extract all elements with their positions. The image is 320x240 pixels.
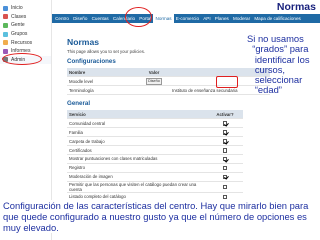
service-label: Familia [67, 127, 207, 138]
sidebar-item-label: Gente [11, 22, 25, 29]
sidebar-item-label: Grupos [11, 31, 28, 38]
service-label: Permitir que las personas que visiten el… [67, 181, 207, 193]
theme-select-button[interactable]: Diseño [146, 77, 162, 85]
sidebar-item-inicio[interactable]: Inicio [0, 4, 51, 13]
tab-moderar[interactable]: Moderar [231, 14, 252, 23]
row-value [138, 85, 170, 96]
sidebar-item-label: Clases [11, 13, 27, 20]
classes-icon [3, 14, 8, 20]
column-header: Nombre [67, 68, 138, 78]
section-title-configuraciones: Configuraciones [67, 58, 116, 65]
service-checkbox[interactable] [222, 147, 228, 153]
table-row: Mostrar puntuaciones con clases matricul… [67, 154, 243, 164]
groups-icon [3, 31, 8, 37]
admin-highlight-circle [2, 53, 42, 65]
table-row: Certificados [67, 145, 243, 155]
service-label: Mostrar puntuaciones con clases matricul… [67, 154, 207, 164]
table-header-row: Servicio Activar? [67, 110, 243, 120]
value-highlight-box [216, 76, 238, 88]
table-row: Terminología Instituto de enseñanza secu… [67, 85, 270, 96]
table-row: Carpeta de trabajo [67, 136, 243, 147]
table-row: Registro [67, 163, 243, 173]
tab-e-comercio[interactable]: E-comercio [174, 14, 201, 23]
column-header: Valor [138, 68, 170, 78]
service-checkbox[interactable] [222, 156, 228, 162]
normas-tab-highlight-circle [125, 7, 152, 27]
tab-normas[interactable]: Normas [153, 14, 174, 23]
sidebar-item-label: Inicio [11, 5, 23, 12]
service-checkbox[interactable] [222, 165, 228, 171]
resources-icon [3, 40, 8, 46]
home-icon [3, 5, 8, 11]
row-label: Moodle level [67, 76, 138, 87]
column-header: Servicio [67, 110, 207, 120]
sidebar-item-label: Recursos [11, 39, 33, 46]
table-row: Familia [67, 127, 243, 138]
sidebar-item-grupos[interactable]: Grupos [0, 30, 51, 39]
service-label: Moderación de imagen [67, 172, 207, 182]
service-label: Comunidad central [67, 118, 207, 129]
reports-icon [3, 48, 8, 54]
service-checkbox[interactable] [222, 174, 228, 180]
people-icon [3, 22, 8, 28]
tab-mapa-calificaciones[interactable]: Mapa de calificaciones [252, 14, 303, 23]
config-table: Nombre Valor Moodle level Diseño Termino… [67, 68, 270, 96]
service-checkbox[interactable] [222, 194, 228, 200]
tab-planes[interactable]: Planes [213, 14, 231, 23]
page-title: Normas [67, 37, 99, 47]
service-label: Carpeta de trabajo [67, 136, 207, 147]
tab-api[interactable]: API [201, 14, 213, 23]
row-label: Terminología [67, 85, 138, 96]
table-row: Permitir que las personas que visiten el… [67, 181, 243, 193]
tab-diseno[interactable]: Diseño [71, 14, 90, 23]
service-checkbox[interactable] [222, 130, 228, 135]
section-title-general: General [67, 100, 91, 107]
table-header-row: Nombre Valor [67, 68, 270, 78]
app-title: Normas [276, 1, 316, 13]
table-row: Moderación de imagen [67, 172, 243, 182]
service-checkbox[interactable] [222, 184, 228, 190]
table-row: Moodle level Diseño [67, 76, 270, 87]
sidebar-item-recursos[interactable]: Recursos [0, 38, 51, 47]
column-header: Activar? [207, 110, 243, 120]
service-checkbox[interactable] [222, 139, 228, 144]
page-subtitle: This page allows you to set your policie… [67, 49, 146, 54]
service-label: Registro [67, 163, 207, 173]
sidebar-item-gente[interactable]: Gente [0, 21, 51, 30]
annotation-right: Si no usamos “grados” para identificar l… [247, 33, 310, 96]
annotation-bottom: Configuración de las características del… [3, 200, 318, 233]
table-row: Comunidad central [67, 118, 243, 129]
tab-cuentas[interactable]: Cuentas [89, 14, 110, 23]
sidebar-item-clases[interactable]: Clases [0, 13, 51, 22]
tab-centro[interactable]: Centro [53, 14, 71, 23]
top-navigation: Centro Diseño Cuentas Calendario Portal … [52, 14, 320, 23]
service-checkbox[interactable] [222, 121, 228, 126]
service-label: Certificados [67, 145, 207, 155]
